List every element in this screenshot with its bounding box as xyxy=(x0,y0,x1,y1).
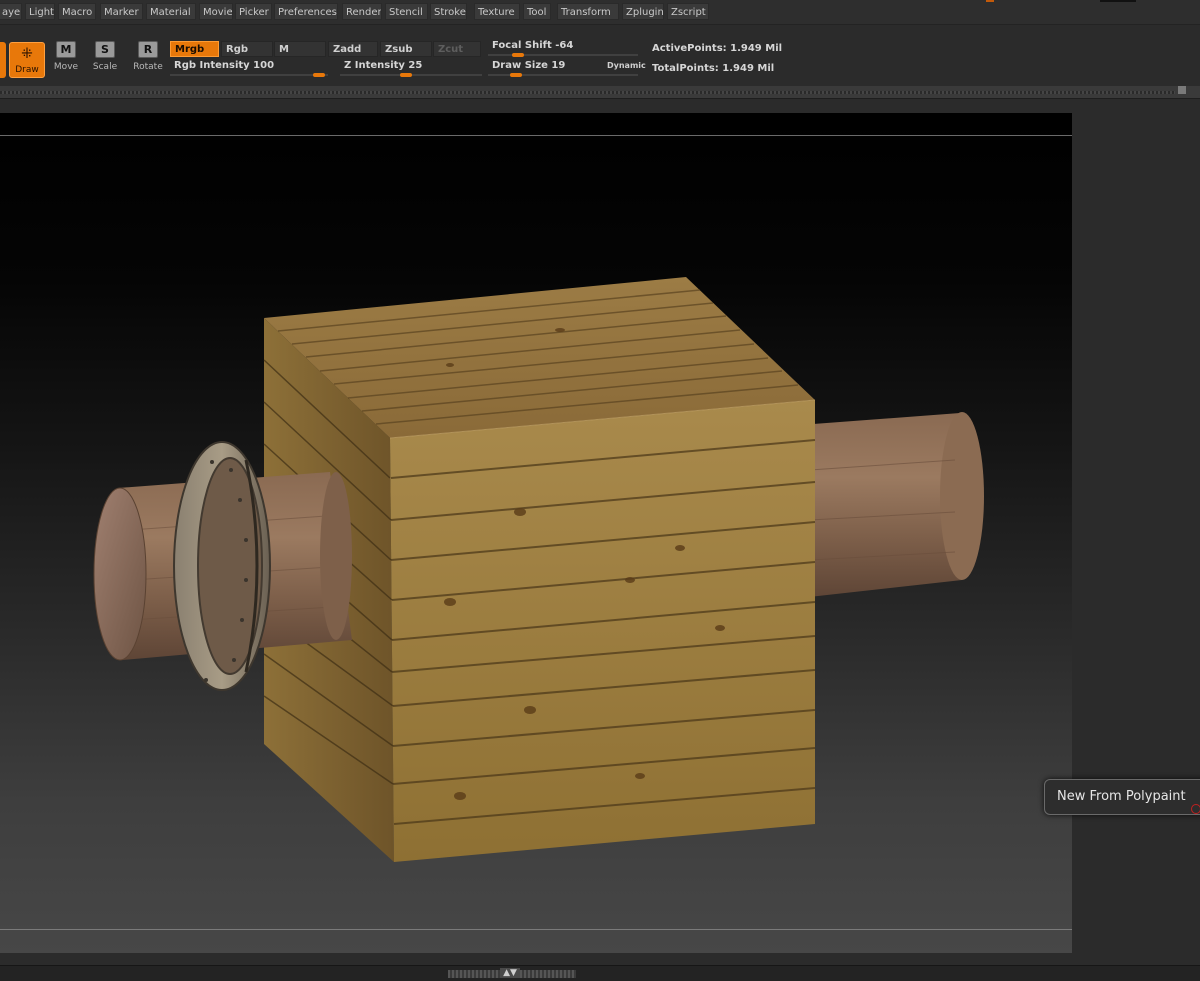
model-viewport[interactable] xyxy=(0,113,1072,953)
shelf-divider xyxy=(0,86,1200,99)
focal-shift-slider[interactable]: Focal Shift -64 xyxy=(488,40,638,57)
z-intensity-label: Z Intensity 25 xyxy=(344,60,423,71)
move-icon: M xyxy=(56,41,76,58)
draw-size-label: Draw Size 19 xyxy=(492,60,566,71)
flange-ring xyxy=(173,441,271,691)
right-log xyxy=(800,412,984,598)
menu-item-picker[interactable]: Picker xyxy=(235,3,272,20)
z-intensity-slider[interactable]: Z Intensity 25 xyxy=(340,60,482,77)
rgb-intensity-label: Rgb Intensity 100 xyxy=(174,60,275,71)
cursor-icon xyxy=(1191,804,1200,814)
tool-shelf: ⁜ Draw M Move S Scale R Rotate Mrgb Rgb … xyxy=(0,25,1200,85)
rotate-label: Rotate xyxy=(133,62,163,72)
rgb-button[interactable]: Rgb xyxy=(221,41,273,57)
scale-button[interactable]: S Scale xyxy=(87,41,123,81)
draw-size-knob[interactable] xyxy=(510,73,522,77)
active-points-readout: ActivePoints: 1.949 Mil xyxy=(652,43,783,54)
canvas-bottom-border xyxy=(0,929,1072,930)
menu-item-zplugin[interactable]: Zplugin xyxy=(622,3,664,20)
menu-item-material[interactable]: Material xyxy=(146,3,196,20)
menu-item-tool[interactable]: Tool xyxy=(523,3,551,20)
tooltip-text: New From Polypaint xyxy=(1057,789,1186,804)
zadd-button[interactable]: Zadd xyxy=(328,41,378,57)
shelf-divider-grip xyxy=(0,91,1175,94)
zcut-button[interactable]: Zcut xyxy=(433,41,481,57)
move-button[interactable]: M Move xyxy=(48,41,84,81)
menu-item-stroke[interactable]: Stroke xyxy=(430,3,467,20)
rotate-icon: R xyxy=(138,41,158,58)
menu-item-transform[interactable]: Transform xyxy=(557,3,619,20)
tooltip-popup: New From Polypaint xyxy=(1044,779,1200,815)
dynamic-toggle[interactable]: Dynamic xyxy=(607,61,646,70)
shelf-divider-end[interactable] xyxy=(1178,86,1186,94)
menu-item-stencil[interactable]: Stencil xyxy=(385,3,428,20)
total-points-readout: TotalPoints: 1.949 Mil xyxy=(652,63,775,74)
right-tray xyxy=(1072,99,1200,965)
menu-item-texture[interactable]: Texture xyxy=(474,3,520,20)
menu-item-zscript[interactable]: Zscript xyxy=(667,3,709,20)
z-intensity-knob[interactable] xyxy=(400,73,412,77)
draw-label: Draw xyxy=(15,65,39,75)
menu-item-marker[interactable]: Marker xyxy=(100,3,143,20)
rotate-button[interactable]: R Rotate xyxy=(130,41,166,81)
focal-shift-track xyxy=(488,54,638,56)
focal-shift-label: Focal Shift -64 xyxy=(492,40,574,51)
expand-arrow-icon[interactable]: ▲▼ xyxy=(500,968,520,978)
menu-item-render[interactable]: Render xyxy=(342,3,382,20)
menu-item-layer[interactable]: ayer xyxy=(0,3,22,20)
shelf-left-edge xyxy=(0,42,6,78)
document-canvas[interactable] xyxy=(0,113,1072,953)
menu-item-movie[interactable]: Movie xyxy=(199,3,233,20)
scale-label: Scale xyxy=(92,62,118,72)
mrgb-button[interactable]: Mrgb xyxy=(170,41,219,57)
m-button[interactable]: M xyxy=(274,41,326,57)
rgb-intensity-track xyxy=(170,74,328,76)
menubar-edge xyxy=(1100,0,1136,2)
menu-item-preferences[interactable]: Preferences xyxy=(274,3,338,20)
zsub-button[interactable]: Zsub xyxy=(380,41,432,57)
draw-crosshair-icon: ⁜ xyxy=(21,46,33,62)
menu-item-light[interactable]: Light xyxy=(25,3,55,20)
move-label: Move xyxy=(53,62,79,72)
rgb-intensity-knob[interactable] xyxy=(313,73,325,77)
rgb-intensity-slider[interactable]: Rgb Intensity 100 xyxy=(170,60,328,77)
menubar-indicator xyxy=(986,0,994,2)
draw-button[interactable]: ⁜ Draw xyxy=(9,42,45,78)
menu-item-macro[interactable]: Macro xyxy=(58,3,96,20)
menu-bar: ayer Light Macro Marker Material Movie P… xyxy=(0,0,1200,25)
focal-shift-knob[interactable] xyxy=(512,53,524,57)
scale-icon: S xyxy=(95,41,115,58)
bottom-shelf: ▲▼ xyxy=(0,965,1200,981)
